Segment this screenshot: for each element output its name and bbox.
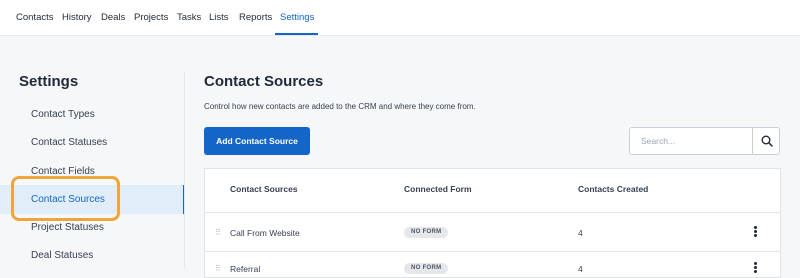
cell-contacts-created: 4	[578, 228, 583, 238]
page-description: Control how new contacts are added to th…	[204, 102, 476, 111]
sidebar-item-contact-statuses[interactable]: Contact Statuses	[31, 137, 107, 148]
header-divider	[205, 212, 780, 213]
sidebar-item-contact-sources[interactable]: Contact Sources	[31, 194, 105, 205]
nav-tab-tasks[interactable]: Tasks	[177, 12, 201, 23]
sidebar-item-project-statuses[interactable]: Project Statuses	[31, 222, 104, 233]
add-contact-source-button[interactable]: Add Contact Source	[204, 127, 310, 155]
nav-tab-history[interactable]: History	[62, 12, 92, 23]
row-actions-menu-icon[interactable]	[751, 262, 759, 274]
cell-contacts-created: 4	[578, 264, 583, 274]
search-input[interactable]	[629, 127, 753, 155]
nav-tab-deals[interactable]: Deals	[101, 12, 125, 23]
row-divider	[205, 251, 780, 252]
search-button[interactable]	[752, 127, 780, 155]
drag-handle-icon[interactable]: ⠿	[215, 228, 221, 238]
sidebar-item-contact-types[interactable]: Contact Types	[31, 109, 95, 120]
sidebar-divider	[184, 72, 185, 269]
top-navigation: Contacts History Deals Projects Tasks Li…	[0, 0, 800, 36]
column-header-connected-form[interactable]: Connected Form	[404, 184, 472, 194]
row-actions-menu-icon[interactable]	[751, 226, 759, 238]
sidebar-item-contact-fields[interactable]: Contact Fields	[31, 166, 95, 177]
nav-tab-settings[interactable]: Settings	[280, 12, 314, 23]
nav-tab-projects[interactable]: Projects	[134, 12, 168, 23]
nav-tab-contacts[interactable]: Contacts	[16, 12, 54, 23]
cell-source-name: Call From Website	[230, 228, 300, 238]
column-header-contacts-created[interactable]: Contacts Created	[578, 184, 648, 194]
sidebar-item-deal-statuses[interactable]: Deal Statuses	[31, 250, 93, 261]
cell-source-name: Referral	[230, 264, 261, 274]
nav-tab-reports[interactable]: Reports	[239, 12, 272, 23]
nav-tab-lists[interactable]: Lists	[209, 12, 229, 23]
connected-form-badge: NO FORM	[404, 227, 449, 238]
page-title: Contact Sources	[204, 73, 324, 90]
sidebar-title: Settings	[19, 73, 79, 90]
search-icon	[761, 135, 773, 147]
drag-handle-icon[interactable]: ⠿	[215, 264, 221, 274]
column-header-contact-sources[interactable]: Contact Sources	[230, 184, 298, 194]
active-tab-indicator	[275, 33, 318, 35]
contact-sources-table: Contact Sources Connected Form Contacts …	[204, 168, 781, 278]
